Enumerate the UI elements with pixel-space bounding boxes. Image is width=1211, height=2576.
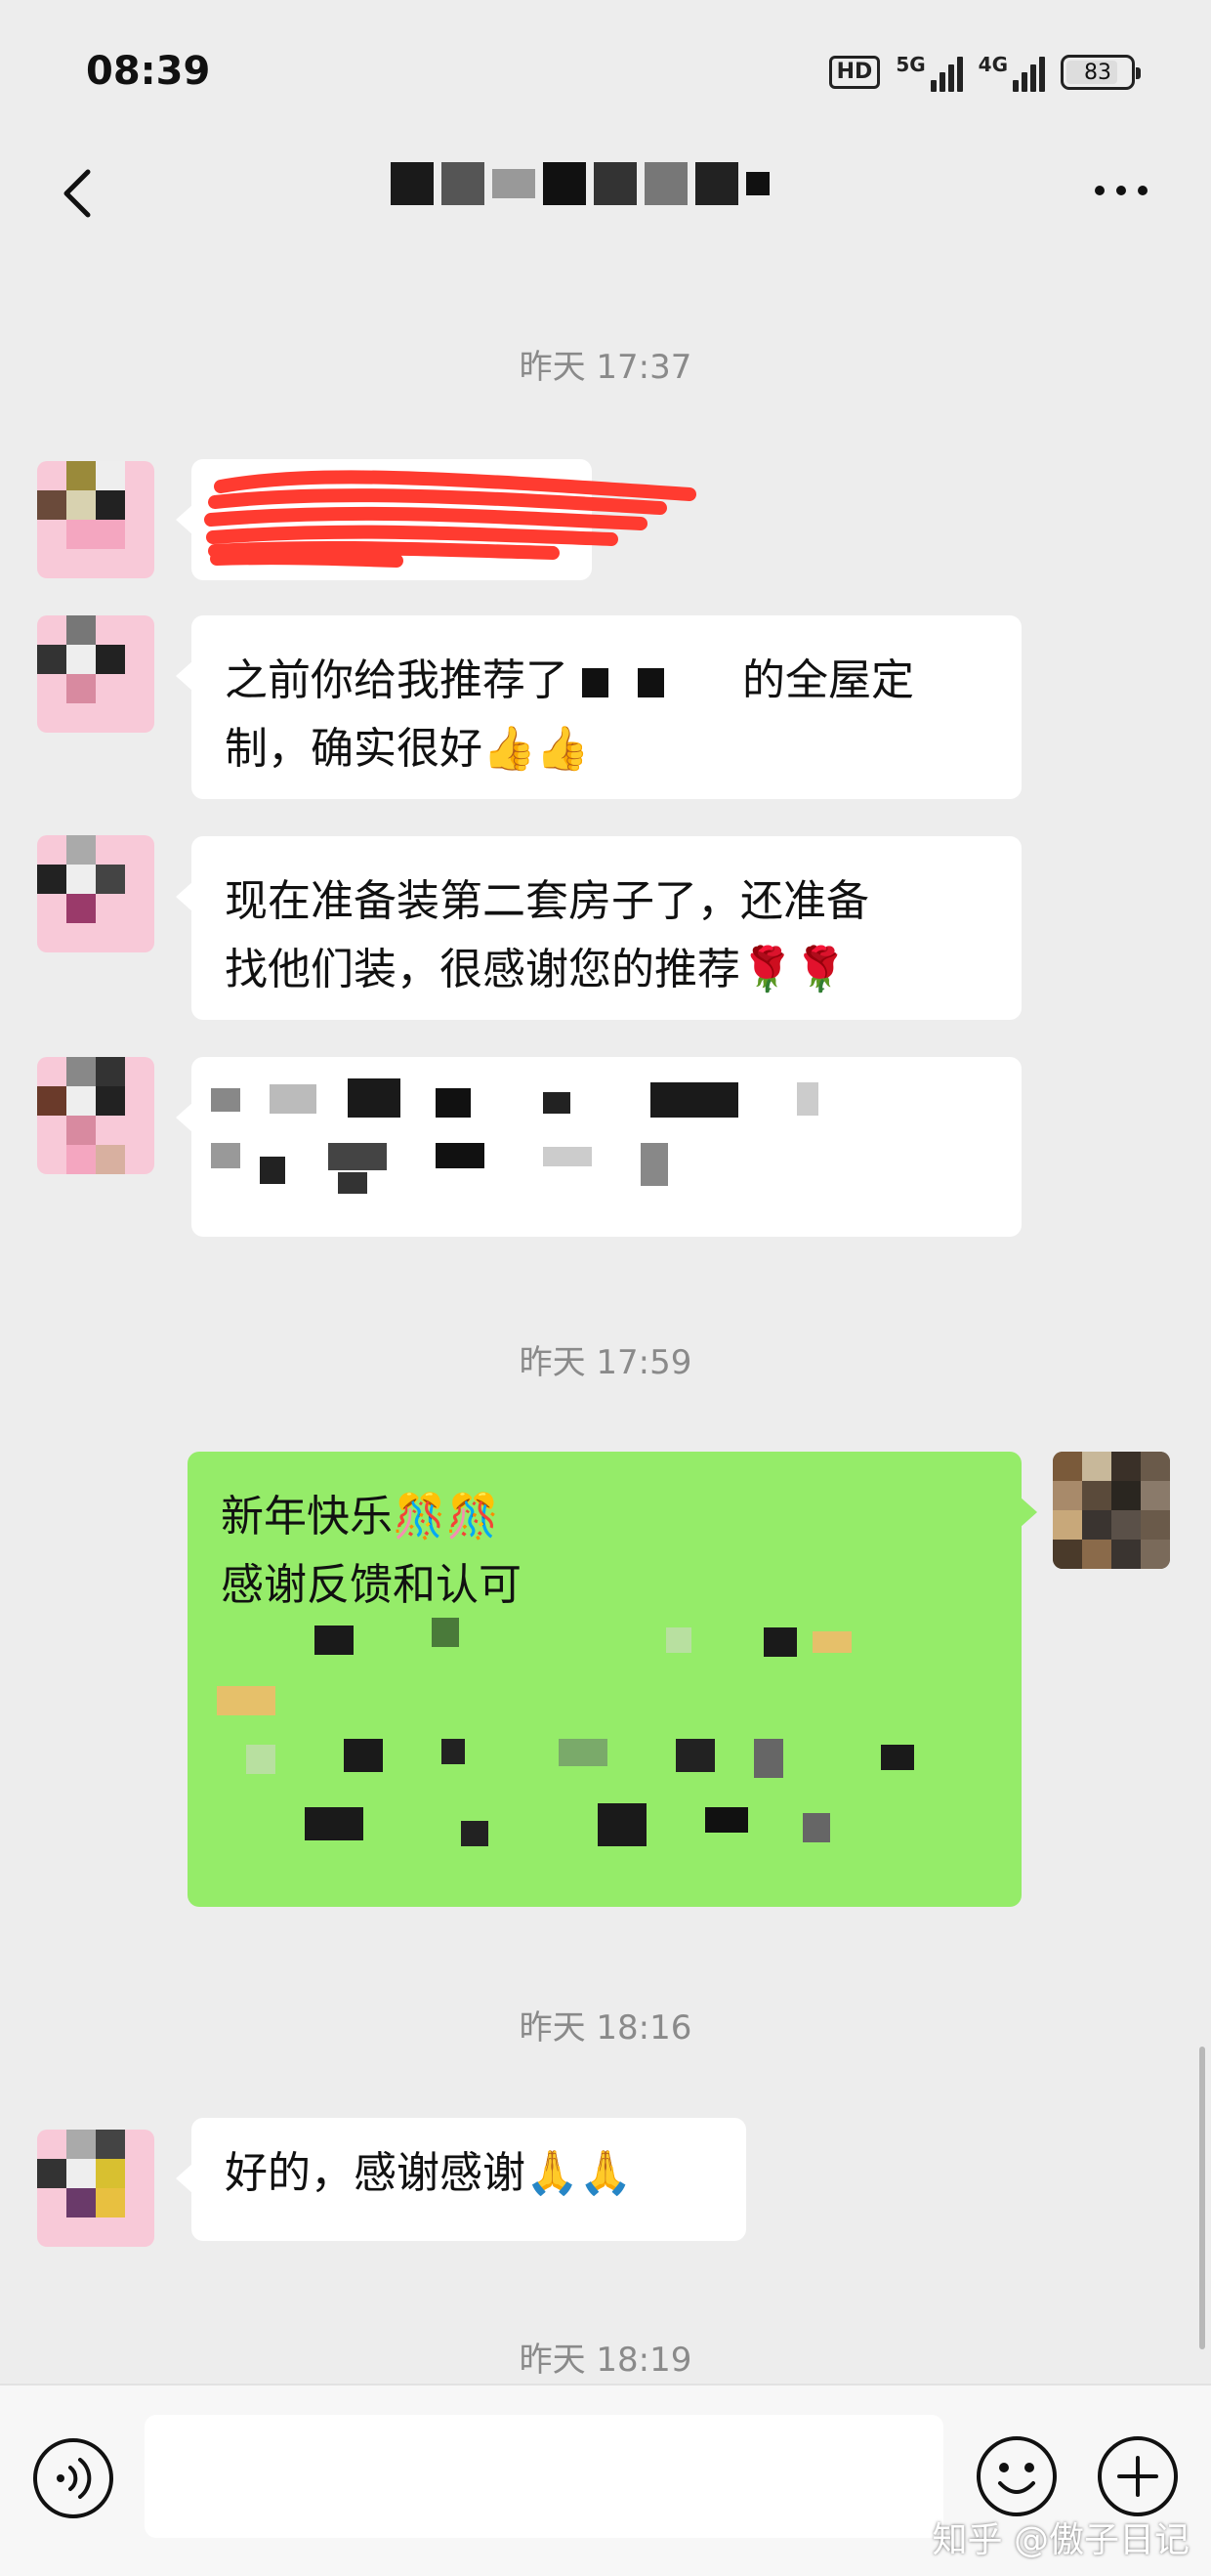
timestamp: 昨天 17:37 xyxy=(519,348,692,387)
message-text: 之前你给我推荐了 xyxy=(225,655,568,705)
avatar[interactable] xyxy=(37,2130,154,2247)
message-bubble-outgoing[interactable]: 新年快乐🎊🎊 感谢反馈和认可 xyxy=(188,1452,1037,1907)
pixelated-text xyxy=(211,1078,818,1194)
message-text: 新年快乐🎊🎊 xyxy=(221,1492,500,1541)
message-bubble[interactable]: 好的，感谢感谢🙏🙏 xyxy=(176,2118,746,2241)
input-bar: 知乎 @傲子日记 xyxy=(0,2384,1211,2576)
message-bubble[interactable]: 现在准备装第二套房子了，还准备 找他们装，很感谢您的推荐🌹🌹 xyxy=(176,836,1022,1020)
message-text: 好的，感谢感谢🙏🙏 xyxy=(225,2148,633,2198)
voice-icon[interactable] xyxy=(31,2436,115,2520)
avatar[interactable] xyxy=(37,835,154,952)
signal-5g-icon: 5G xyxy=(896,53,963,92)
message-text: 现在准备装第二套房子了，还准备 xyxy=(225,876,869,926)
hd-icon: HD xyxy=(828,56,881,89)
avatar[interactable] xyxy=(37,615,154,733)
net-4g-label: 4G xyxy=(978,53,1008,76)
battery-percent: 83 xyxy=(1084,60,1111,85)
status-icons: HD 5G 4G 83 xyxy=(828,51,1141,94)
signal-4g-icon: 4G xyxy=(979,53,1045,92)
message-text: 的全屋定 xyxy=(742,655,914,705)
pixelated-text xyxy=(207,1618,979,1872)
redacted-inline xyxy=(582,668,729,697)
message-bubble-redacted[interactable] xyxy=(176,459,696,580)
smiley-icon[interactable] xyxy=(975,2434,1059,2518)
scrollbar[interactable] xyxy=(1199,2047,1205,2349)
message-bubble[interactable]: 之前你给我推荐了 的全屋定 制，确实很好👍👍 xyxy=(176,615,1022,799)
message-text: 感谢反馈和认可 xyxy=(221,1560,522,1610)
message-input[interactable] xyxy=(145,2415,943,2538)
red-scribble-redaction xyxy=(204,470,696,568)
message-line: 之前你给我推荐了 的全屋定 xyxy=(225,647,988,715)
more-dots-icon[interactable] xyxy=(1092,176,1150,205)
timestamp: 昨天 18:16 xyxy=(519,2008,692,2048)
avatar[interactable] xyxy=(37,1057,154,1174)
status-bar: 08:39 HD 5G 4G 83 xyxy=(0,0,1211,147)
battery-icon: 83 xyxy=(1061,55,1141,90)
timestamp: 昨天 17:59 xyxy=(519,1343,692,1382)
chevron-left-icon[interactable] xyxy=(51,164,109,223)
message-text: 制，确实很好👍👍 xyxy=(225,724,590,774)
timestamp: 昨天 18:19 xyxy=(519,2341,692,2380)
chat-title-redacted xyxy=(391,154,820,213)
plus-icon[interactable] xyxy=(1096,2434,1180,2518)
chat-header xyxy=(0,147,1211,254)
avatar[interactable] xyxy=(37,461,154,578)
message-text: 找他们装，很感谢您的推荐🌹🌹 xyxy=(225,945,848,994)
status-time: 08:39 xyxy=(86,49,211,94)
message-bubble-pixelated[interactable] xyxy=(176,1057,1022,1237)
watermark: 知乎 @傲子日记 xyxy=(932,2520,1190,2560)
avatar-self[interactable] xyxy=(1053,1452,1170,1569)
net-5g-label: 5G xyxy=(896,53,926,76)
